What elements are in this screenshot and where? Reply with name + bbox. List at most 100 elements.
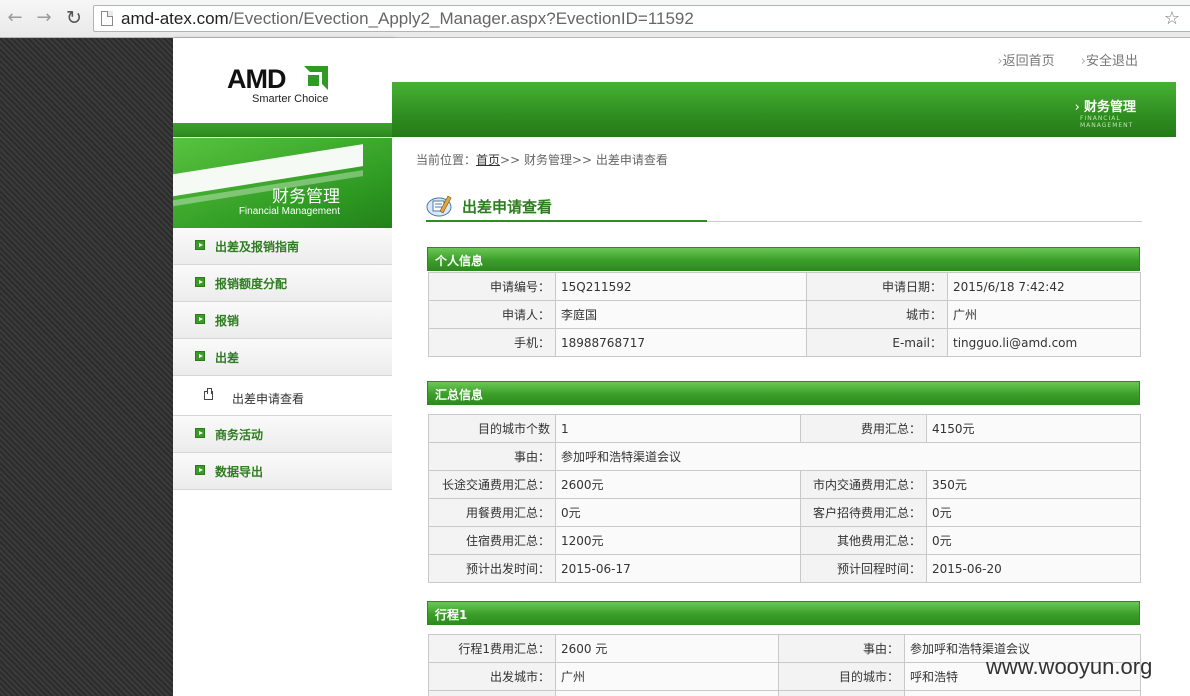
cell-label	[778, 690, 905, 696]
breadcrumb-prefix: 当前位置：	[416, 153, 477, 167]
sidebar-item-label: 报销额度分配	[215, 277, 288, 291]
back-arrow-icon[interactable]: ←	[4, 7, 26, 29]
sidebar-item-export[interactable]: 数据导出	[173, 453, 392, 490]
cell-label: 申请编号：	[428, 272, 556, 301]
personal-info-table: 申请编号： 15Q211592 申请日期： 2015/6/18 7:42:42 …	[428, 272, 1141, 357]
cell-label: 目的城市：	[778, 662, 905, 691]
cell-label: 长途交通费用汇总：	[428, 470, 556, 499]
page-background	[0, 38, 173, 696]
page-title-area: 出差申请查看	[426, 193, 1142, 222]
table-row: 长途交通费用汇总： 2600元 市内交通费用汇总： 350元	[428, 470, 1141, 499]
bullet-icon	[195, 351, 205, 361]
url-path: /Evection/Evection_Apply2_Manager.aspx?E…	[228, 9, 694, 28]
page-icon	[101, 11, 113, 26]
sidebar-menu: 出差及报销指南 报销额度分配 报销 出差 出差申请查看 商务活动 数据导出	[173, 228, 392, 490]
sidebar-item-travel[interactable]: 出差	[173, 339, 392, 376]
sidebar-item-business[interactable]: 商务活动	[173, 416, 392, 453]
url-host: amd-atex.com	[121, 9, 229, 28]
forward-arrow-icon[interactable]: →	[33, 7, 55, 29]
bullet-icon	[195, 240, 205, 250]
cell-value	[904, 690, 1141, 696]
bookmark-star-icon[interactable]: ☆	[1164, 8, 1180, 29]
section-title: 个人信息	[435, 254, 484, 268]
main-content: 当前位置：首页>> 财务管理>> 出差申请查看 出差申请查看 个人信息 申请编号…	[392, 138, 1176, 696]
cell-value: 4150元	[926, 414, 1141, 443]
cell-value: tingguo.li@amd.com	[947, 328, 1141, 357]
cell-label: 住宿费用汇总：	[428, 526, 556, 555]
cell-label: 目的城市个数	[428, 414, 556, 443]
table-row	[428, 690, 1141, 696]
cell-label: 预计回程时间：	[800, 554, 927, 583]
watermark: www.wooyun.org	[986, 654, 1153, 679]
logo-area[interactable]: AMD Smarter Choice	[173, 38, 392, 123]
cell-value: 李庭国	[555, 300, 807, 329]
section-trip-1: 行程1	[427, 601, 1140, 625]
sidebar-item-guide[interactable]: 出差及报销指南	[173, 228, 392, 265]
address-bar[interactable]: amd-atex.com/Evection/Evection_Apply2_Ma…	[93, 5, 1190, 32]
cell-value: 1200元	[555, 526, 801, 555]
cell-value: 2015/6/18 7:42:42	[947, 272, 1141, 301]
cell-label: 申请人：	[428, 300, 556, 329]
cell-value: 15Q211592	[555, 272, 807, 301]
sidebar-subtitle: Financial Management	[238, 206, 340, 217]
banner-subtitle: FINANCIAL MANAGEMENT	[1080, 115, 1134, 129]
sidebar-item-label: 报销	[215, 314, 240, 328]
table-row: 目的城市个数 1 费用汇总： 4150元	[428, 414, 1141, 443]
reload-icon[interactable]: ↻	[63, 7, 85, 29]
sidebar-subitem-label: 出差申请查看	[232, 392, 305, 406]
table-row: 事由： 参加呼和浩特渠道会议	[428, 442, 1141, 471]
table-row: 预计出发时间： 2015-06-17 预计回程时间： 2015-06-20	[428, 554, 1141, 583]
amd-logo: AMD	[227, 64, 286, 94]
bullet-icon	[195, 314, 205, 324]
cell-value	[555, 690, 779, 696]
section-summary-info: 汇总信息	[427, 381, 1140, 405]
section-title: 行程1	[435, 608, 468, 622]
sidebar-item-label: 商务活动	[215, 428, 264, 442]
sidebar-item-quota[interactable]: 报销额度分配	[173, 265, 392, 302]
page-right-edge	[1176, 38, 1190, 696]
sidebar-item-label: 数据导出	[215, 465, 264, 479]
sidebar-subitem-travel-view[interactable]: 出差申请查看	[173, 376, 392, 416]
url-text[interactable]: amd-atex.com/Evection/Evection_Apply2_Ma…	[121, 9, 694, 29]
document-icon	[204, 388, 213, 400]
cell-label: 用餐费用汇总：	[428, 498, 556, 527]
section-title: 汇总信息	[435, 388, 484, 402]
cell-value: 2015-06-20	[926, 554, 1141, 583]
green-banner: 财务管理 FINANCIAL MANAGEMENT	[392, 82, 1176, 137]
cell-value: 18988768717	[555, 328, 807, 357]
table-row: 用餐费用汇总： 0元 客户招待费用汇总： 0元	[428, 498, 1141, 527]
table-row: 住宿费用汇总： 1200元 其他费用汇总： 0元	[428, 526, 1141, 555]
cell-value: 0元	[555, 498, 801, 527]
home-link[interactable]: 返回首页	[997, 54, 1054, 69]
sidebar-item-reimburse[interactable]: 报销	[173, 302, 392, 339]
page-title-underline	[426, 220, 707, 222]
header: 返回首页 安全退出 财务管理 FINANCIAL MANAGEMENT	[392, 38, 1176, 138]
cell-value: 广州	[555, 662, 779, 691]
sidebar: 财务管理 Financial Management 出差及报销指南 报销额度分配…	[173, 138, 392, 696]
section-personal-info: 个人信息	[427, 247, 1140, 271]
cell-value: 参加呼和浩特渠道会议	[555, 442, 1141, 471]
cell-label: 手机：	[428, 328, 556, 357]
banner-title: 财务管理	[1075, 96, 1136, 115]
amd-arrow-icon	[304, 66, 328, 90]
browser-toolbar: ← → ↻ amd-atex.com/Evection/Evection_App…	[0, 0, 1190, 38]
cell-label	[428, 690, 556, 696]
table-row: 手机： 18988768717 E-mail： tingguo.li@amd.c…	[428, 328, 1141, 357]
cell-label: 事由：	[778, 634, 905, 663]
logo-green-strip	[173, 123, 392, 137]
bullet-icon	[195, 465, 205, 475]
cell-label: 费用汇总：	[800, 414, 927, 443]
cell-label: 客户招待费用汇总：	[800, 498, 927, 527]
edit-document-icon	[426, 195, 452, 217]
cell-value: 1	[555, 414, 801, 443]
cell-value: 350元	[926, 470, 1141, 499]
breadcrumb: 当前位置：首页>> 财务管理>> 出差申请查看	[416, 151, 668, 168]
page-title: 出差申请查看	[462, 198, 553, 216]
cell-label: 出发城市：	[428, 662, 556, 691]
cell-value: 0元	[926, 526, 1141, 555]
breadcrumb-home-link[interactable]: 首页	[476, 153, 500, 167]
logout-link[interactable]: 安全退出	[1081, 54, 1138, 69]
cell-label: 市内交通费用汇总：	[800, 470, 927, 499]
logo-tagline: Smarter Choice	[252, 93, 329, 105]
cell-label: 预计出发时间：	[428, 554, 556, 583]
